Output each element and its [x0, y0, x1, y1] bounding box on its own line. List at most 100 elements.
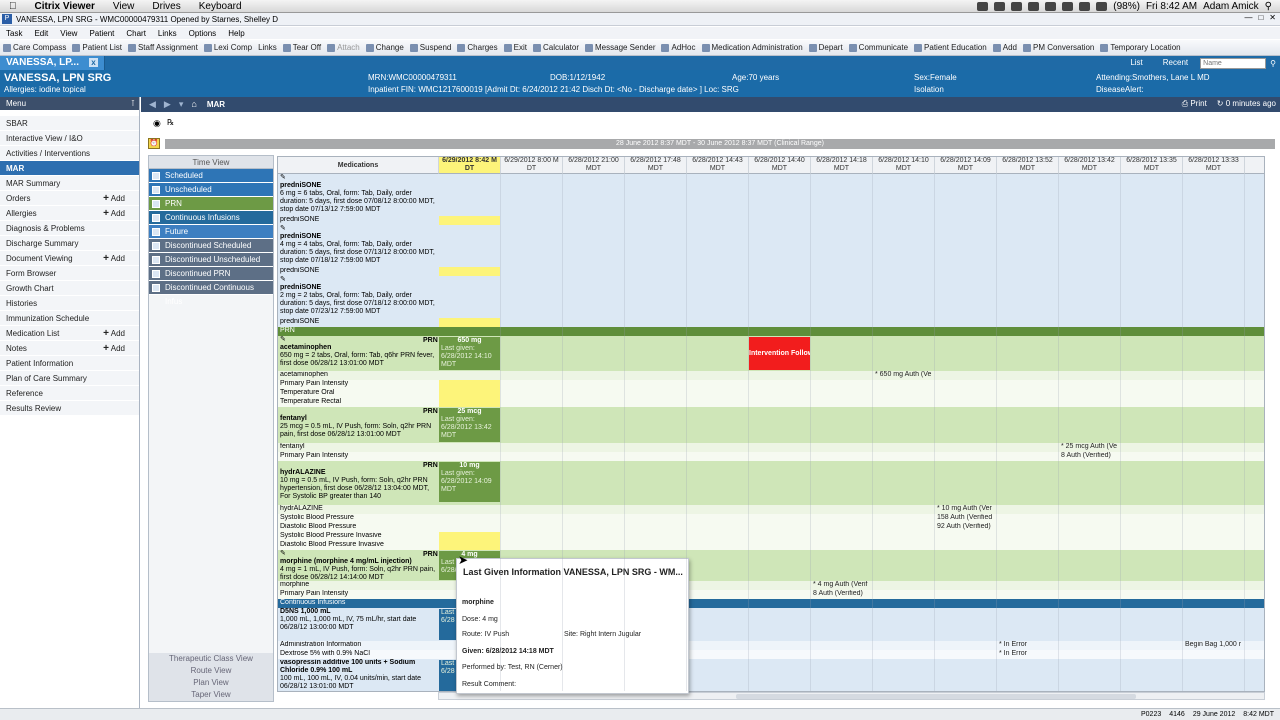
patient-tab[interactable]: VANESSA, LP... x — [0, 56, 105, 70]
time-column-header[interactable]: 6/28/2012 13:42 MDT — [1059, 157, 1121, 174]
current-time-cell[interactable] — [439, 389, 500, 398]
info-icon[interactable]: ✎ — [280, 276, 286, 283]
time-column-header[interactable]: 6/29/2012 8:00 M DT — [501, 157, 563, 174]
nav-allergies[interactable]: Allergies + Add — [0, 206, 139, 221]
dose-cell[interactable]: 650 mg Last given: 6/28/2012 14:10 MDT — [439, 337, 500, 370]
admin-entry[interactable]: * 25 mcg Auth (Ve — [1061, 443, 1117, 450]
admin-entry[interactable]: * 4 mg Auth (Verif — [813, 581, 867, 588]
allergies[interactable]: Allergies: iodine topical — [4, 85, 86, 94]
current-time-cell[interactable] — [439, 541, 500, 550]
med-subrow[interactable]: Temperature Rectal — [278, 398, 1264, 407]
tray-icon[interactable] — [1028, 2, 1040, 11]
med-row[interactable]: ✎ predniSONE 2 mg = 2 tabs, Oral, form: Ta… — [278, 276, 1264, 318]
time-column-header[interactable]: 6/28/2012 14:10 MDT — [873, 157, 935, 174]
admin-entry[interactable]: * 10 mg Auth (Ver — [937, 505, 992, 512]
time-view-category[interactable]: Continuous Infusions — [149, 211, 273, 225]
checkbox-icon[interactable] — [152, 172, 160, 180]
menu-task[interactable]: Task — [0, 29, 28, 38]
app-menu[interactable]: Citrix Viewer — [26, 1, 104, 12]
maximize-icon[interactable]: □ — [1258, 13, 1263, 22]
time-column-header[interactable]: 6/29/2012 8:42 M DT — [439, 157, 501, 174]
patient-name-search[interactable] — [1200, 57, 1267, 69]
checkbox-icon[interactable] — [152, 186, 160, 194]
time-column-header[interactable]: 6/28/2012 13:33 MDT — [1183, 157, 1245, 174]
medications-header[interactable]: Medications — [278, 157, 439, 174]
med-subrow[interactable]: Diastolic Blood Pressure 92 Auth (Verifie… — [278, 523, 1264, 532]
nav-plan-of-care[interactable]: Plan of Care Summary — [0, 371, 139, 386]
info-icon[interactable]: ✎ — [280, 174, 286, 181]
med-subrow[interactable]: Systolic Blood Pressure 158 Auth (Verifie… — [278, 514, 1264, 523]
menu-chart[interactable]: Chart — [120, 29, 152, 38]
add-orders-button[interactable]: + Add — [103, 191, 125, 206]
time-column-header[interactable]: 6/28/2012 13:35 MDT — [1121, 157, 1183, 174]
checkbox-icon[interactable] — [152, 270, 160, 278]
med-subrow[interactable]: Primary Pain Intensity 8 Auth (Verified) — [278, 452, 1264, 461]
current-time-cell[interactable] — [439, 398, 500, 407]
staff-assignment-button[interactable]: Staff Assignment — [125, 43, 201, 52]
back-icon[interactable]: ◀ — [149, 99, 156, 110]
forward-icon[interactable]: ▶ — [164, 99, 171, 110]
tray-icon[interactable] — [977, 2, 989, 11]
med-row[interactable]: ✎ predniSONE 4 mg = 4 tabs, Oral, form: Ta… — [278, 225, 1264, 267]
add-button[interactable]: Add — [990, 43, 1020, 52]
clinical-range-bar[interactable]: 28 June 2012 8:37 MDT - 30 June 2012 8:3… — [165, 139, 1275, 149]
dropdown-icon[interactable]: ▾ — [179, 99, 184, 110]
pm-conversation-button[interactable]: PM Conversation — [1020, 43, 1097, 52]
adhoc-button[interactable]: AdHoc — [658, 43, 698, 52]
current-time-cell[interactable] — [439, 532, 500, 541]
time-view-category[interactable]: PRN — [149, 197, 273, 211]
time-view-category[interactable]: Future — [149, 225, 273, 239]
add-medication-button[interactable]: + Add — [103, 326, 125, 341]
close-tab-icon[interactable]: x — [88, 58, 98, 67]
checkbox-icon[interactable] — [152, 228, 160, 236]
admin-entry[interactable]: * In Error — [999, 650, 1027, 657]
medication-administration-button[interactable]: Medication Administration — [699, 43, 806, 52]
plan-view-button[interactable]: Plan View — [149, 677, 273, 689]
med-subrow[interactable]: Primary Pain Intensity — [278, 380, 1264, 389]
pin-icon[interactable]: ⊺ — [131, 97, 135, 110]
suspend-button[interactable]: Suspend — [407, 43, 455, 52]
menu-drives[interactable]: Drives — [143, 1, 189, 12]
intervention-alert-cell[interactable]: Intervention Follow — [749, 337, 810, 370]
admin-entry[interactable]: 8 Auth (Verified) — [813, 590, 863, 597]
med-subrow[interactable]: Primary Pain Intensity 8 Auth (Verified) — [278, 590, 1264, 599]
recent-button[interactable]: Recent — [1155, 57, 1196, 69]
print-button[interactable]: ⎙ Print — [1182, 99, 1207, 109]
nav-discharge-summary[interactable]: Discharge Summary — [0, 236, 139, 251]
med-subrow[interactable]: fentanyl * 25 mcg Auth (Ve — [278, 443, 1264, 452]
time-column-header[interactable]: 6/28/2012 14:43 MDT — [687, 157, 749, 174]
dose-cell[interactable]: 25 mcg Last given: 6/28/2012 13:42 MDT — [439, 408, 500, 442]
med-subrow[interactable]: Dextrose 5% with 0.9% NaCl * In Error — [278, 650, 1264, 659]
admin-entry[interactable]: 158 Auth (Verified — [937, 514, 992, 521]
med-subrow[interactable]: Systolic Blood Pressure Invasive — [278, 532, 1264, 541]
add-notes-button[interactable]: + Add — [103, 341, 125, 356]
menu-options[interactable]: Options — [183, 29, 223, 38]
med-subrow[interactable]: hydrALAZINE * 10 mg Auth (Ver — [278, 505, 1264, 514]
current-time-cell[interactable] — [439, 267, 500, 276]
message-sender-button[interactable]: Message Sender — [582, 43, 658, 52]
time-column-header[interactable]: 6/28/2012 17:48 MDT — [625, 157, 687, 174]
minimize-icon[interactable]: — — [1244, 13, 1252, 22]
checkbox-icon[interactable] — [152, 242, 160, 250]
menu-view[interactable]: View — [54, 29, 83, 38]
med-row-vasopressin[interactable]: vasopressin additive 100 units + Sodium … — [278, 659, 1264, 691]
tear-off-button[interactable]: Tear Off — [280, 43, 324, 52]
nav-histories[interactable]: Histories — [0, 296, 139, 311]
taper-view-button[interactable]: Taper View — [149, 689, 273, 701]
nav-activities[interactable]: Activities / Interventions — [0, 146, 139, 161]
checkbox-icon[interactable] — [152, 200, 160, 208]
current-time-cell[interactable] — [439, 216, 500, 225]
nav-reference[interactable]: Reference — [0, 386, 139, 401]
communicate-button[interactable]: Communicate — [846, 43, 911, 52]
home-icon[interactable]: ⌂ — [191, 99, 196, 110]
menu-keyboard[interactable]: Keyboard — [190, 1, 251, 12]
menu-patient[interactable]: Patient — [83, 29, 120, 38]
nav-growth-chart[interactable]: Growth Chart — [0, 281, 139, 296]
checkbox-icon[interactable] — [152, 214, 160, 222]
time-column-header[interactable]: 6/28/2012 14:40 MDT — [749, 157, 811, 174]
med-subrow[interactable]: Temperature Oral — [278, 389, 1264, 398]
charges-button[interactable]: Charges — [454, 43, 500, 52]
med-subrow[interactable]: Diastolic Blood Pressure Invasive — [278, 541, 1264, 550]
admin-entry[interactable]: 8 Auth (Verified) — [1061, 452, 1111, 459]
calculator-button[interactable]: Calculator — [530, 43, 582, 52]
